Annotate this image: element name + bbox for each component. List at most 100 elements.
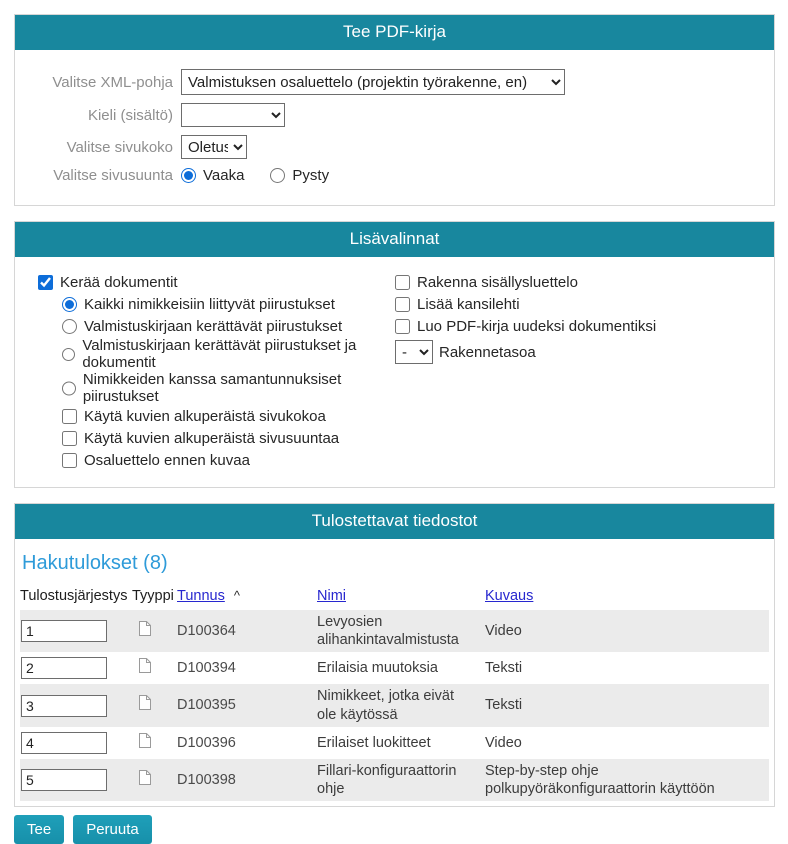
drawing-option-all-items[interactable]: Kaikki nimikkeisiin liittyvät piirustuks…	[62, 296, 335, 313]
type-cell	[132, 654, 177, 682]
structure-level-row: - Rakennetasoa	[395, 339, 774, 365]
nimi-cell: Fillari-konfiguraattorin ohje	[317, 759, 485, 801]
table-row: D100395 Nimikkeet, jotka eivät ole käytö…	[20, 684, 769, 728]
language-select[interactable]	[181, 103, 285, 127]
original-page-size-label: Käytä kuvien alkuperäistä sivukokoa	[84, 408, 326, 425]
form-row-xml-template: Valitse XML-pohja Valmistuksen osaluette…	[15, 69, 774, 95]
parts-list-before-image-checkbox[interactable]	[62, 453, 77, 468]
tee-button[interactable]: Tee	[14, 815, 64, 844]
form-row-language: Kieli (sisältö)	[15, 103, 774, 127]
options-right-column: Rakenna sisällysluettelo Lisää kansileht…	[395, 271, 774, 471]
form-row-orientation: Valitse sivusuunta Vaaka Pysty	[15, 167, 774, 184]
table-row: D100364 Levyosien alihankintavalmistusta…	[20, 610, 769, 654]
original-orientation-option[interactable]: Käytä kuvien alkuperäistä sivusuuntaa	[62, 430, 339, 447]
print-order-input[interactable]	[21, 695, 107, 717]
tunnus-sort-link[interactable]: Tunnus	[177, 588, 225, 604]
drawing-option-book-drawings-docs-radio[interactable]	[62, 347, 75, 362]
column-header-tyyppi: Tyyppi	[132, 588, 177, 604]
options-left-column: Kerää dokumentit Kaikki nimikkeisiin lii…	[15, 271, 395, 471]
structure-level-select[interactable]: -	[395, 340, 433, 364]
kuvaus-cell: Teksti	[485, 693, 769, 717]
structure-level-label: Rakennetasoa	[439, 344, 536, 361]
drawing-option-book-drawings-label: Valmistuskirjaan kerättävät piirustukset	[84, 318, 342, 335]
print-order-input[interactable]	[21, 769, 107, 791]
drawing-option-all-items-radio[interactable]	[62, 297, 77, 312]
create-pdf-as-new-document-option[interactable]: Luo PDF-kirja uudeksi dokumentiksi	[395, 318, 656, 335]
build-toc-option[interactable]: Rakenna sisällysluettelo	[395, 274, 578, 291]
orientation-radio-group: Vaaka Pysty	[181, 167, 329, 184]
nimi-cell: Levyosien alihankintavalmistusta	[317, 610, 485, 652]
original-page-size-checkbox[interactable]	[62, 409, 77, 424]
drawing-option-book-drawings-docs[interactable]: Valmistuskirjaan kerättävät piirustukset…	[62, 337, 395, 371]
drawing-option-book-drawings-radio[interactable]	[62, 319, 77, 334]
table-row: D100398 Fillari-konfiguraattorin ohje St…	[20, 759, 769, 803]
orientation-pysty-label: Pysty	[292, 167, 329, 184]
xml-template-label: Valitse XML-pohja	[15, 74, 181, 91]
original-orientation-checkbox[interactable]	[62, 431, 77, 446]
table-row: D100396 Erilaiset luokitteet Video	[20, 729, 769, 759]
panel-title-tulostettavat-tiedostot: Tulostettavat tiedostot	[15, 504, 774, 539]
panel-lisavalinnat: Lisävalinnat Kerää dokumentit Kaikki nim…	[14, 221, 775, 488]
order-cell	[20, 729, 132, 757]
collect-documents-checkbox[interactable]	[38, 275, 53, 290]
column-header-tunnus: Tunnus^	[177, 588, 317, 604]
options-body: Kerää dokumentit Kaikki nimikkeisiin lii…	[15, 257, 774, 487]
collect-documents-option[interactable]: Kerää dokumentit	[38, 274, 178, 291]
print-order-input[interactable]	[21, 732, 107, 754]
orientation-option-pysty[interactable]: Pysty	[270, 167, 329, 184]
order-cell	[20, 766, 132, 794]
drawing-option-same-id-radio[interactable]	[62, 381, 76, 396]
print-order-input[interactable]	[21, 657, 107, 679]
order-cell	[20, 692, 132, 720]
form-row-page-size: Valitse sivukoko Oletus	[15, 135, 774, 159]
kuvaus-cell: Video	[485, 619, 769, 643]
language-label: Kieli (sisältö)	[15, 107, 181, 124]
kuvaus-cell: Video	[485, 731, 769, 755]
document-icon	[138, 657, 152, 674]
add-cover-page-option[interactable]: Lisää kansilehti	[395, 296, 520, 313]
nimi-cell: Erilaiset luokitteet	[317, 731, 485, 755]
parts-list-before-image-option[interactable]: Osaluettelo ennen kuvaa	[62, 452, 250, 469]
type-cell	[132, 691, 177, 719]
panel-tulostettavat-tiedostot: Tulostettavat tiedostot Hakutulokset (8)…	[14, 503, 775, 807]
tunnus-cell: D100364	[177, 619, 317, 643]
kuvaus-sort-link[interactable]: Kuvaus	[485, 588, 533, 604]
original-page-size-option[interactable]: Käytä kuvien alkuperäistä sivukokoa	[62, 408, 326, 425]
page-size-label: Valitse sivukoko	[15, 139, 181, 156]
create-pdf-as-new-document-checkbox[interactable]	[395, 319, 410, 334]
column-header-kuvaus: Kuvaus	[485, 588, 769, 604]
orientation-option-vaaka[interactable]: Vaaka	[181, 167, 244, 184]
drawing-option-same-id-label: Nimikkeiden kanssa samantunnuksiset piir…	[83, 371, 395, 405]
tunnus-cell: D100398	[177, 768, 317, 792]
print-order-input[interactable]	[21, 620, 107, 642]
panel-tee-pdf-kirja: Tee PDF-kirja Valitse XML-pohja Valmistu…	[14, 14, 775, 206]
column-header-nimi: Nimi	[317, 588, 485, 604]
add-cover-page-checkbox[interactable]	[395, 297, 410, 312]
pdf-form: Valitse XML-pohja Valmistuksen osaluette…	[15, 50, 774, 205]
files-body: Hakutulokset (8) Tulostusjärjestys Tyypp…	[15, 552, 774, 806]
peruuta-button[interactable]: Peruuta	[73, 815, 152, 844]
build-toc-checkbox[interactable]	[395, 275, 410, 290]
page-size-select[interactable]: Oletus	[181, 135, 247, 159]
panel-title-lisavalinnat: Lisävalinnat	[15, 222, 774, 257]
table-row: D100394 Erilaisia muutoksia Teksti	[20, 654, 769, 684]
orientation-vaaka-radio[interactable]	[181, 168, 196, 183]
collect-documents-label: Kerää dokumentit	[60, 274, 178, 291]
tunnus-cell: D100394	[177, 656, 317, 680]
drawing-option-same-id[interactable]: Nimikkeiden kanssa samantunnuksiset piir…	[62, 371, 395, 405]
drawing-options-group: Kaikki nimikkeisiin liittyvät piirustuks…	[62, 293, 395, 471]
xml-template-select[interactable]: Valmistuksen osaluettelo (projektin työr…	[181, 69, 565, 95]
document-icon	[138, 620, 152, 637]
kuvaus-cell: Teksti	[485, 656, 769, 680]
order-cell	[20, 654, 132, 682]
parts-list-before-image-label: Osaluettelo ennen kuvaa	[84, 452, 250, 469]
document-icon	[138, 769, 152, 786]
drawing-option-book-drawings[interactable]: Valmistuskirjaan kerättävät piirustukset	[62, 318, 342, 335]
page: Tee PDF-kirja Valitse XML-pohja Valmistu…	[0, 0, 788, 844]
results-heading: Hakutulokset (8)	[22, 552, 769, 575]
nimi-sort-link[interactable]: Nimi	[317, 588, 346, 604]
orientation-vaaka-label: Vaaka	[203, 167, 244, 184]
create-pdf-as-new-document-label: Luo PDF-kirja uudeksi dokumentiksi	[417, 318, 656, 335]
order-cell	[20, 617, 132, 645]
orientation-pysty-radio[interactable]	[270, 168, 285, 183]
